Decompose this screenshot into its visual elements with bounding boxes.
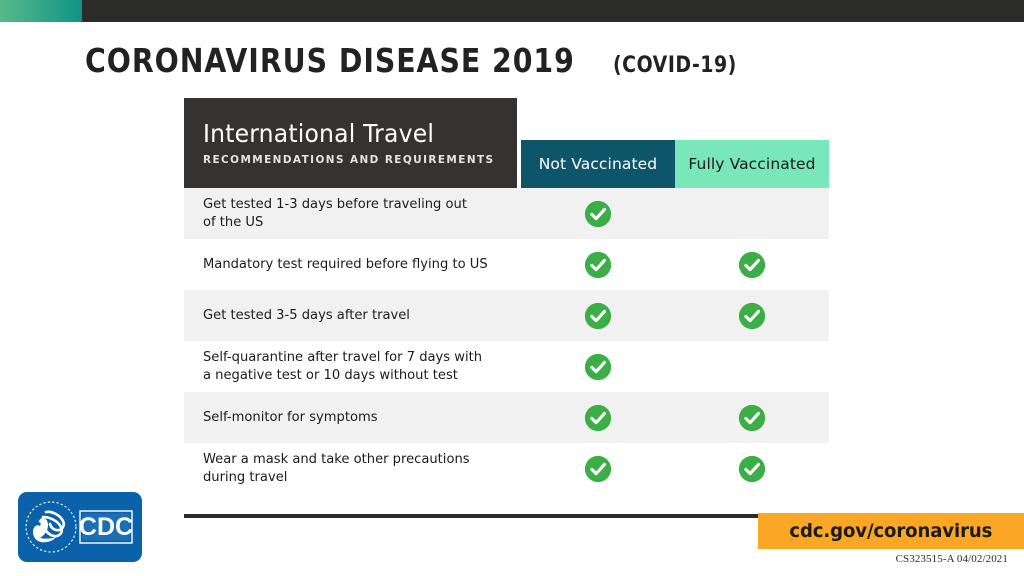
check-icon	[584, 200, 612, 227]
row-label: Get tested 1-3 days before traveling out…	[203, 188, 504, 239]
table-bottom-rule	[184, 514, 762, 518]
table-title-cell: International Travel RECOMMENDATIONS AND…	[184, 98, 517, 188]
top-banner-accent	[0, 0, 82, 22]
row-label: Wear a mask and take other precautions du…	[203, 443, 504, 494]
table-row: Self-monitor for symptoms	[184, 392, 829, 443]
row-label-line: a negative test or 10 days without test	[203, 366, 458, 383]
check-icon	[584, 404, 612, 431]
page-title-sub: (COVID-19)	[612, 53, 737, 78]
table-row: Mandatory test required before flying to…	[184, 239, 829, 290]
cell-not-vaccinated	[521, 188, 675, 239]
cell-fully-vaccinated	[675, 443, 829, 494]
row-label: Mandatory test required before flying to…	[203, 239, 504, 290]
table-row: Self-quarantine after travel for 7 days …	[184, 341, 829, 392]
table-subtitle: RECOMMENDATIONS AND REQUIREMENTS	[203, 152, 495, 166]
page-title-main: CORONAVIRUS DISEASE 2019	[85, 41, 575, 80]
cdc-url-text: cdc.gov/coronavirus	[789, 520, 993, 542]
check-icon	[738, 302, 766, 329]
row-label-line: Self-monitor for symptoms	[203, 408, 378, 425]
table-row: Get tested 3-5 days after travel	[184, 290, 829, 341]
row-label: Self-monitor for symptoms	[203, 392, 504, 443]
table-header-row: International Travel RECOMMENDATIONS AND…	[184, 98, 829, 188]
check-icon	[738, 455, 766, 482]
table-row: Wear a mask and take other precautions du…	[184, 443, 829, 494]
table-row: Get tested 1-3 days before traveling out…	[184, 188, 829, 239]
cell-fully-vaccinated	[675, 239, 829, 290]
cell-fully-vaccinated	[675, 392, 829, 443]
cell-fully-vaccinated	[675, 290, 829, 341]
check-icon	[738, 404, 766, 431]
cdc-logo-graphic: CDC	[25, 501, 133, 553]
row-label-line: Mandatory test required before flying to…	[203, 255, 488, 272]
check-icon	[584, 455, 612, 482]
cdc-logo-text: CDC	[79, 513, 133, 541]
check-icon	[584, 302, 612, 329]
column-header-not-vaccinated: Not Vaccinated	[521, 140, 675, 188]
cell-not-vaccinated	[521, 239, 675, 290]
row-label-line: during travel	[203, 468, 288, 485]
document-code: CS323515-A 04/02/2021	[895, 553, 1008, 565]
row-label: Self-quarantine after travel for 7 days …	[203, 341, 504, 392]
row-label-line: Get tested 3-5 days after travel	[203, 306, 410, 323]
table-body: Get tested 1-3 days before traveling out…	[184, 188, 829, 494]
column-header-fully-vaccinated: Fully Vaccinated	[675, 140, 829, 188]
page-title: CORONAVIRUS DISEASE 2019 (COVID-19)	[85, 41, 757, 80]
cell-not-vaccinated	[521, 443, 675, 494]
table-title: International Travel	[203, 119, 435, 148]
check-icon	[584, 251, 612, 278]
row-label: Get tested 3-5 days after travel	[203, 290, 504, 341]
cdc-logo: CDC	[18, 492, 142, 562]
cell-fully-vaccinated	[675, 188, 829, 239]
row-label-line: of the US	[203, 213, 264, 230]
travel-recommendations-table: International Travel RECOMMENDATIONS AND…	[184, 98, 829, 494]
cell-not-vaccinated	[521, 290, 675, 341]
row-label-line: Self-quarantine after travel for 7 days …	[203, 348, 483, 365]
top-banner-bar	[0, 0, 1024, 22]
cell-not-vaccinated	[521, 341, 675, 392]
cell-fully-vaccinated	[675, 341, 829, 392]
hhs-seal-icon	[25, 501, 77, 553]
row-label-line: Wear a mask and take other precautions	[203, 450, 470, 467]
row-label-line: Get tested 1-3 days before traveling out	[203, 195, 467, 212]
check-icon	[738, 251, 766, 278]
cdc-wordmark: CDC	[79, 510, 133, 544]
check-icon	[584, 353, 612, 380]
cdc-url-banner[interactable]: cdc.gov/coronavirus	[758, 513, 1024, 549]
cell-not-vaccinated	[521, 392, 675, 443]
